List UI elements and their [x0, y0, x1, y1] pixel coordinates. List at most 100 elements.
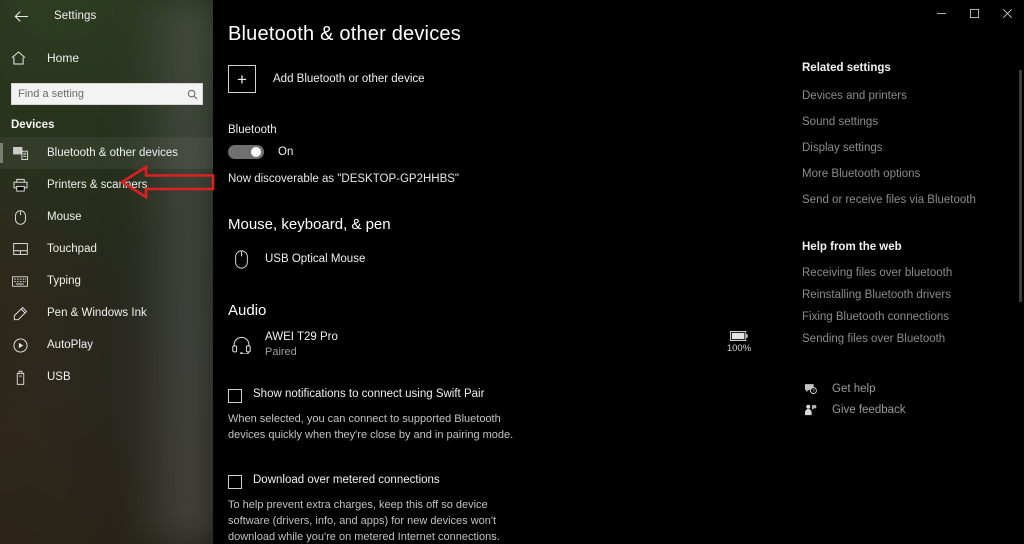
maximize-button[interactable]	[958, 0, 991, 26]
back-arrow-icon[interactable]	[9, 4, 33, 28]
swift-pair-checkbox-row[interactable]: Show notifications to connect using Swif…	[228, 388, 788, 403]
device-name: AWEI T29 Pro	[265, 331, 338, 343]
toggle-knob	[251, 147, 261, 157]
bluetooth-toggle[interactable]	[228, 145, 264, 159]
battery-indicator: 100%	[718, 331, 760, 354]
window-controls	[925, 0, 1024, 26]
usb-icon	[11, 368, 29, 386]
close-button[interactable]	[991, 0, 1024, 26]
add-bluetooth-device-button[interactable]: + Add Bluetooth or other device	[228, 62, 788, 96]
device-text: AWEI T29 Pro Paired	[265, 330, 338, 360]
give-feedback-label: Give feedback	[832, 403, 906, 416]
sidebar-item-home[interactable]: Home	[0, 45, 213, 71]
sidebar-item-touchpad[interactable]: Touchpad	[0, 233, 213, 265]
sidebar-item-bluetooth-other-devices[interactable]: Bluetooth & other devices	[0, 137, 213, 169]
battery-full-icon	[730, 331, 748, 341]
device-status: Paired	[265, 346, 297, 358]
device-text: USB Optical Mouse	[265, 252, 365, 267]
bluetooth-toggle-row: On	[228, 145, 788, 159]
metered-label: Download over metered connections	[253, 474, 440, 486]
related-link-devices-and-printers[interactable]: Devices and printers	[802, 83, 992, 109]
search-box[interactable]	[11, 83, 203, 105]
sidebar-item-mouse[interactable]: Mouse	[0, 201, 213, 233]
sidebar-item-label: Typing	[47, 275, 81, 287]
swift-pair-option: Show notifications to connect using Swif…	[228, 388, 788, 443]
search-input[interactable]	[12, 88, 182, 100]
sidebar-item-typing[interactable]: Typing	[0, 265, 213, 297]
get-help-row[interactable]: ? Get help	[802, 378, 992, 399]
printer-icon	[11, 176, 29, 194]
headset-icon	[228, 330, 254, 360]
sidebar-item-label: Printers & scanners	[47, 179, 148, 191]
sidebar-category-label: Devices	[11, 119, 55, 131]
touchpad-icon	[11, 240, 29, 258]
related-settings-heading: Related settings	[802, 62, 891, 74]
settings-content-column: + Add Bluetooth or other device Bluetoot…	[228, 62, 788, 544]
window-title: Settings	[54, 10, 97, 22]
scrollbar-thumb[interactable]	[1019, 70, 1022, 302]
related-link-send-receive-files[interactable]: Send or receive files via Bluetooth	[802, 187, 992, 213]
help-link-receiving-files[interactable]: Receiving files over bluetooth	[802, 262, 992, 284]
sidebar-item-autoplay[interactable]: AutoPlay	[0, 329, 213, 361]
sidebar-item-label: Pen & Windows Ink	[47, 307, 147, 319]
mouse-keyboard-pen-section: Mouse, keyboard, & pen USB Optical Mouse	[228, 216, 788, 274]
help-link-sending-files[interactable]: Sending files over Bluetooth	[802, 328, 992, 350]
swift-pair-label: Show notifications to connect using Swif…	[253, 388, 485, 400]
help-link-fixing-connections[interactable]: Fixing Bluetooth connections	[802, 306, 992, 328]
bluetooth-toggle-state: On	[278, 146, 294, 158]
section-heading-mouse-keyboard-pen: Mouse, keyboard, & pen	[228, 216, 391, 233]
home-icon	[11, 51, 29, 65]
battery-percent: 100%	[726, 343, 752, 354]
give-feedback-row[interactable]: Give feedback	[802, 399, 992, 420]
sidebar-item-label: AutoPlay	[47, 339, 94, 351]
give-feedback-icon	[802, 404, 818, 416]
section-heading-audio: Audio	[228, 302, 267, 319]
sidebar-item-label: Touchpad	[47, 243, 97, 255]
help-from-web-section: Help from the web Receiving files over b…	[802, 241, 992, 350]
support-links: ? Get help Give feedback	[802, 378, 992, 420]
metered-connections-option: Download over metered connections To hel…	[228, 474, 788, 544]
navigation-sidebar: Settings Home Device	[0, 0, 213, 544]
autoplay-icon	[11, 336, 29, 354]
titlebar-left: Settings	[0, 3, 213, 29]
device-row-audio[interactable]: AWEI T29 Pro Paired 100%	[228, 330, 788, 360]
plus-icon: +	[228, 65, 256, 93]
get-help-label: Get help	[832, 382, 876, 395]
sidebar-nav-list: Bluetooth & other devices Printers & sca…	[0, 137, 213, 393]
sidebar-item-usb[interactable]: USB	[0, 361, 213, 393]
add-device-label: Add Bluetooth or other device	[273, 73, 425, 85]
help-heading: Help from the web	[802, 241, 902, 253]
pen-icon	[11, 304, 29, 322]
sidebar-item-label: Bluetooth & other devices	[47, 147, 179, 159]
page-title: Bluetooth & other devices	[228, 23, 461, 45]
sidebar-item-label: Mouse	[47, 211, 82, 223]
bluetooth-label: Bluetooth	[228, 124, 277, 136]
settings-window: Settings Home Device	[0, 0, 1024, 544]
related-settings-rail: Related settings Devices and printers So…	[802, 62, 992, 420]
sidebar-item-label-home: Home	[47, 51, 80, 65]
metered-checkbox-row[interactable]: Download over metered connections	[228, 474, 788, 489]
sidebar-item-printers-scanners[interactable]: Printers & scanners	[0, 169, 213, 201]
related-link-display-settings[interactable]: Display settings	[802, 135, 992, 161]
get-help-icon: ?	[802, 383, 818, 395]
main-content: Bluetooth & other devices + Add Bluetoot…	[213, 0, 1024, 544]
search-icon[interactable]	[182, 89, 202, 100]
device-row-mouse[interactable]: USB Optical Mouse	[228, 244, 788, 274]
device-name: USB Optical Mouse	[265, 252, 366, 265]
help-link-reinstalling-drivers[interactable]: Reinstalling Bluetooth drivers	[802, 284, 992, 306]
bluetooth-section: Bluetooth On Now discoverable as "DESKTO…	[228, 124, 788, 185]
metered-description: To help prevent extra charges, keep this…	[228, 499, 500, 543]
swift-pair-checkbox[interactable]	[228, 389, 242, 403]
metered-checkbox[interactable]	[228, 475, 242, 489]
discoverable-status: Now discoverable as "DESKTOP-GP2HHBS"	[228, 173, 460, 185]
bluetooth-devices-icon	[11, 144, 29, 162]
vertical-scrollbar[interactable]	[1017, 26, 1024, 544]
keyboard-icon	[11, 272, 29, 290]
related-link-sound-settings[interactable]: Sound settings	[802, 109, 992, 135]
audio-section: Audio AWEI T29 Pro Paired 100%	[228, 302, 788, 360]
minimize-button[interactable]	[925, 0, 958, 26]
sidebar-item-pen-windows-ink[interactable]: Pen & Windows Ink	[0, 297, 213, 329]
related-link-more-bluetooth-options[interactable]: More Bluetooth options	[802, 161, 992, 187]
mouse-device-icon	[228, 244, 254, 274]
sidebar-item-label: USB	[47, 371, 71, 383]
